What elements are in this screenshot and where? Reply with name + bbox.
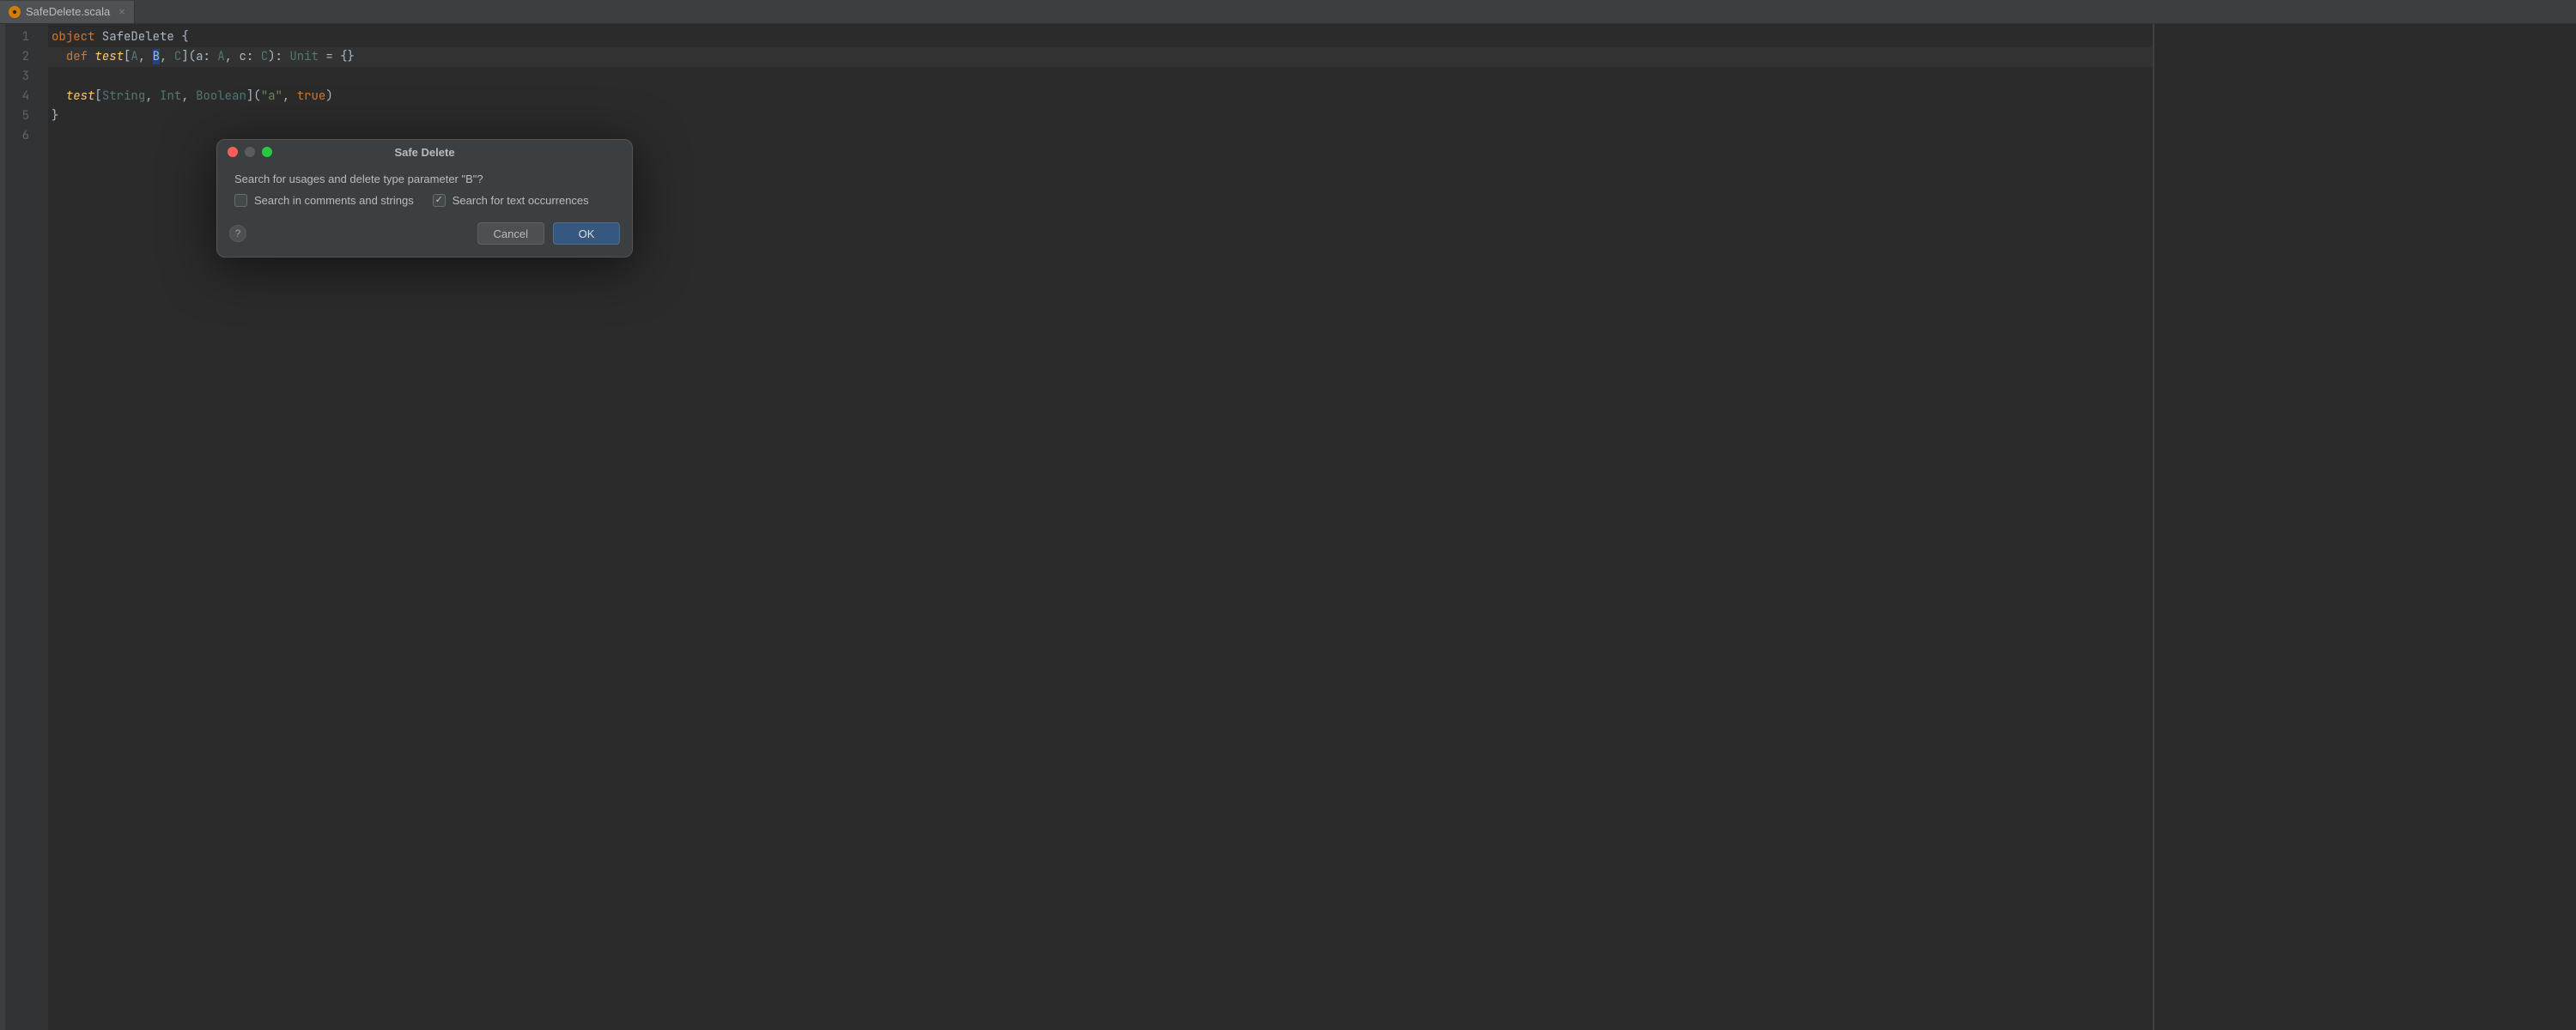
right-panel (2154, 24, 2576, 1030)
code-line: } (48, 106, 2153, 126)
ok-button[interactable]: OK (553, 222, 620, 245)
cancel-button[interactable]: Cancel (477, 222, 544, 245)
code-line: object SafeDelete { (48, 27, 2153, 47)
line-number: 3 (5, 67, 48, 87)
checkbox-icon (433, 194, 446, 207)
dialog-footer: ? Cancel OK (217, 215, 632, 257)
window-close-icon[interactable] (228, 147, 238, 157)
safe-delete-dialog: Safe Delete Search for usages and delete… (216, 139, 633, 258)
window-zoom-icon[interactable] (262, 147, 272, 157)
code-line: test[String, Int, Boolean]("a", true) (48, 87, 2153, 106)
window-controls (228, 147, 272, 157)
line-number: 6 (5, 126, 48, 146)
tab-filename: SafeDelete.scala (26, 5, 110, 18)
checkbox-label: Search for text occurrences (453, 194, 589, 207)
line-number: 5 (5, 106, 48, 126)
line-number: 1 (5, 27, 48, 47)
dialog-title: Safe Delete (217, 146, 632, 159)
dialog-message: Search for usages and delete type parame… (234, 173, 615, 185)
line-number: 2 (5, 47, 48, 67)
code-line-current: def test[A, B, C](a: A, c: C): Unit = {} (48, 47, 2153, 67)
checkbox-label: Search in comments and strings (254, 194, 414, 207)
scala-file-icon (9, 6, 21, 18)
checkbox-search-comments[interactable]: Search in comments and strings (234, 194, 414, 207)
dialog-titlebar[interactable]: Safe Delete (217, 140, 632, 164)
code-line (48, 67, 2153, 87)
checkbox-search-text[interactable]: Search for text occurrences (433, 194, 589, 207)
help-icon: ? (235, 227, 241, 239)
close-icon[interactable]: × (118, 5, 125, 18)
window-minimize-icon[interactable] (245, 147, 255, 157)
help-button[interactable]: ? (229, 225, 246, 242)
checkbox-icon (234, 194, 247, 207)
line-number: 4 (5, 87, 48, 106)
gutter: 1 2 3 4 5 6 (5, 24, 48, 1030)
tab-bar: SafeDelete.scala × (0, 0, 2576, 24)
dialog-options: Search in comments and strings Search fo… (234, 194, 615, 207)
file-tab[interactable]: SafeDelete.scala × (0, 1, 135, 23)
dialog-body: Search for usages and delete type parame… (217, 164, 632, 215)
